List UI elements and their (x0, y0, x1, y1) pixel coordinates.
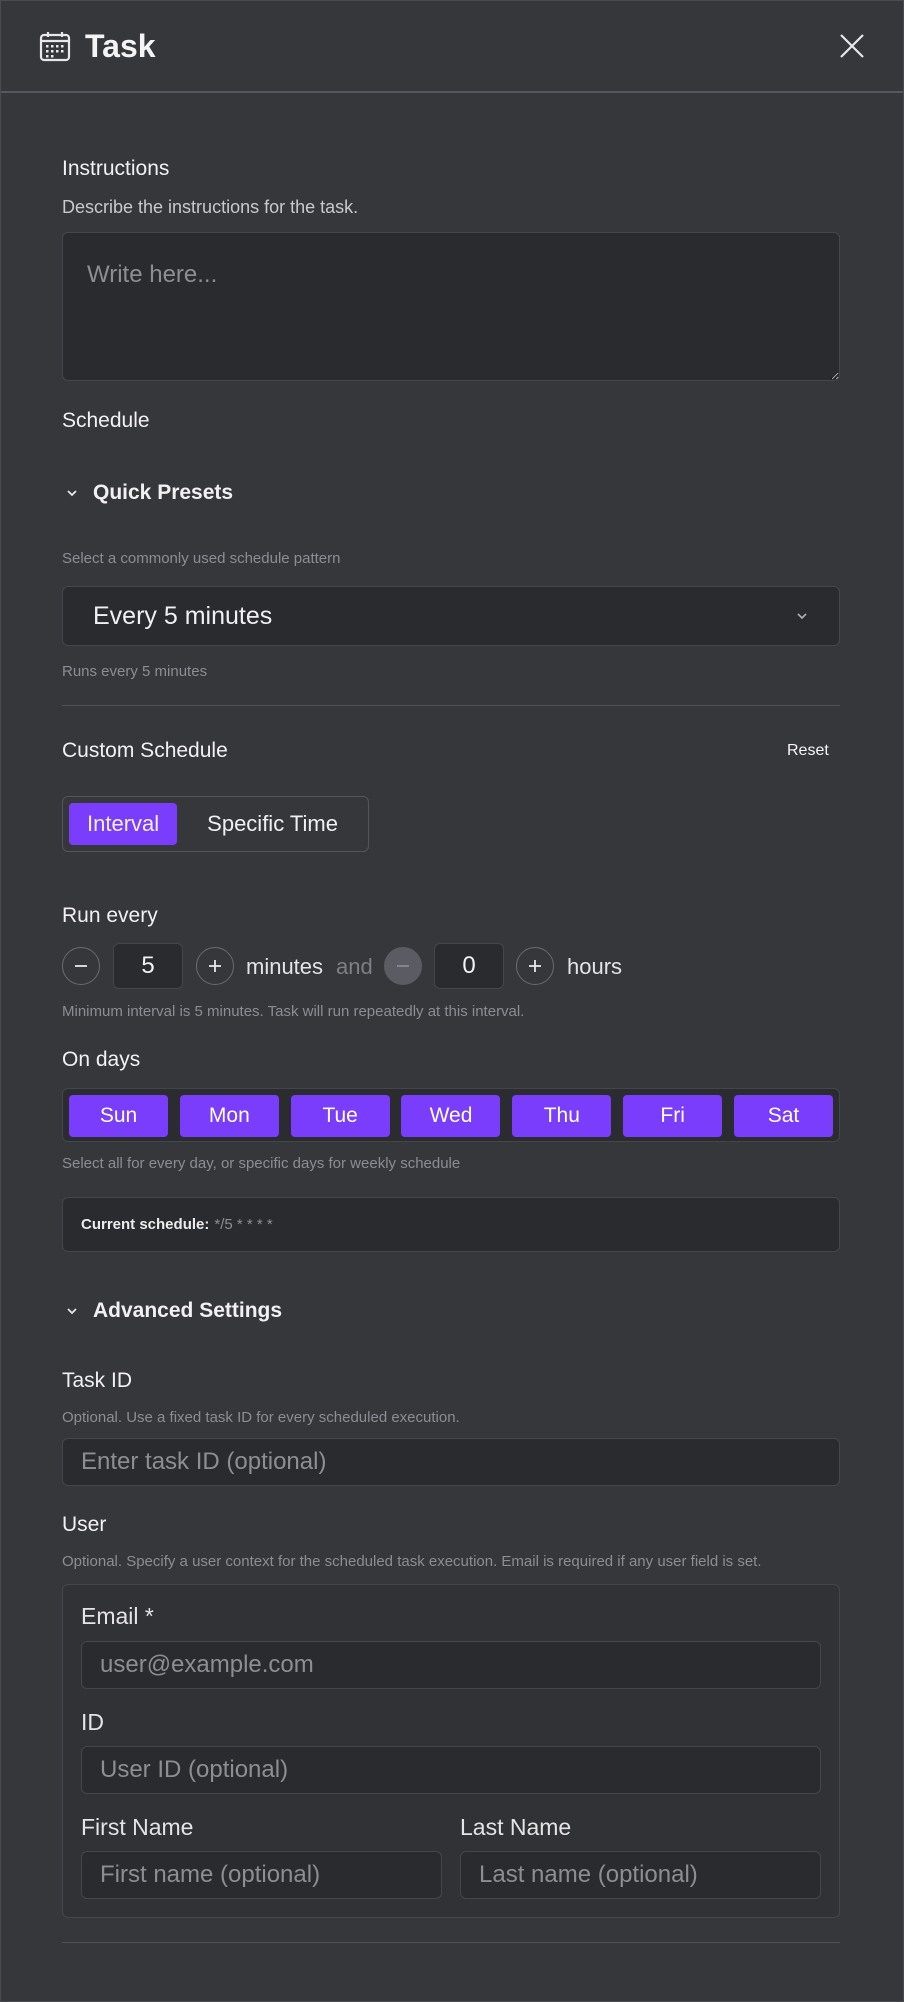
increment-minutes-button[interactable] (196, 947, 234, 985)
and-label: and (336, 954, 373, 979)
first-name-label: First Name (81, 1814, 194, 1840)
chevron-down-icon (67, 490, 77, 497)
divider (62, 1942, 840, 1943)
preset-selected-value: Every 5 minutes (93, 601, 273, 630)
day-wed[interactable]: Wed (401, 1095, 501, 1137)
tab-interval[interactable]: Interval (69, 803, 178, 845)
user-id-field[interactable] (81, 1746, 821, 1794)
first-name-field[interactable] (81, 1851, 442, 1899)
custom-schedule-label: Custom Schedule (62, 739, 228, 762)
task-id-label: Task ID (62, 1369, 133, 1392)
task-dialog: Task Instructions Describe the instructi… (0, 0, 904, 2002)
plus-icon (529, 960, 541, 972)
divider (62, 705, 840, 706)
on-days-label: On days (62, 1048, 141, 1071)
advanced-settings-toggle[interactable]: Advanced Settings (65, 1299, 282, 1323)
quick-presets-hint: Select a commonly used schedule pattern (62, 550, 341, 567)
dialog-header: Task (1, 1, 903, 93)
minutes-unit: minutes (246, 954, 324, 979)
current-schedule-label: Current schedule: (81, 1216, 210, 1233)
quick-presets-toggle[interactable]: Quick Presets (65, 481, 233, 505)
instructions-description: Describe the instructions for the task. (62, 197, 359, 217)
last-name-label: Last Name (460, 1814, 572, 1840)
hours-value[interactable]: 0 (434, 943, 504, 989)
day-tue[interactable]: Tue (290, 1095, 390, 1137)
id-label: ID (81, 1709, 104, 1735)
day-thu[interactable]: Thu (512, 1095, 612, 1137)
advanced-settings-title: Advanced Settings (93, 1299, 283, 1322)
current-schedule-value: */5 * * * * (214, 1216, 273, 1233)
decrement-hours-button[interactable] (384, 947, 422, 985)
calendar-icon (39, 32, 71, 62)
task-id-hint: Optional. Use a fixed task ID for every … (62, 1409, 460, 1426)
run-every-label: Run every (62, 904, 158, 927)
instructions-textarea[interactable] (62, 232, 840, 381)
quick-presets-title: Quick Presets (93, 481, 234, 504)
days-hint: Select all for every day, or specific da… (62, 1155, 461, 1172)
day-mon[interactable]: Mon (179, 1095, 279, 1137)
day-fri[interactable]: Fri (623, 1095, 723, 1137)
minutes-value[interactable]: 5 (113, 943, 183, 989)
close-icon[interactable] (837, 31, 867, 61)
interval-hint: Minimum interval is 5 minutes. Task will… (62, 1003, 525, 1020)
day-sun[interactable]: Sun (69, 1095, 168, 1137)
chevron-down-icon (67, 1308, 77, 1315)
email-field[interactable] (81, 1641, 821, 1689)
user-label: User (62, 1513, 107, 1536)
reset-button[interactable]: Reset (787, 742, 829, 760)
instructions-label: Instructions (62, 157, 170, 180)
chevron-down-icon (797, 613, 807, 620)
hours-unit: hours (567, 954, 623, 979)
schedule-mode-tabs: Interval Specific Time (62, 796, 369, 852)
preset-description: Runs every 5 minutes (62, 663, 208, 680)
email-label: Email * (81, 1603, 154, 1629)
tab-specific-time[interactable]: Specific Time (189, 803, 356, 845)
last-name-field[interactable] (460, 1851, 821, 1899)
user-hint: Optional. Specify a user context for the… (62, 1553, 762, 1570)
minus-icon (75, 965, 87, 967)
decrement-minutes-button[interactable] (62, 947, 100, 985)
preset-select[interactable]: Every 5 minutes (62, 586, 840, 646)
dialog-title: Task (85, 27, 156, 64)
increment-hours-button[interactable] (516, 947, 554, 985)
plus-icon (209, 960, 221, 972)
schedule-label: Schedule (62, 409, 150, 432)
day-sat[interactable]: Sat (733, 1095, 833, 1137)
task-id-input[interactable] (62, 1438, 840, 1486)
current-schedule: Current schedule: */5 * * * * (62, 1197, 840, 1252)
minus-icon (397, 965, 409, 967)
days-selector: Sun Mon Tue Wed Thu Fri Sat (62, 1088, 840, 1142)
